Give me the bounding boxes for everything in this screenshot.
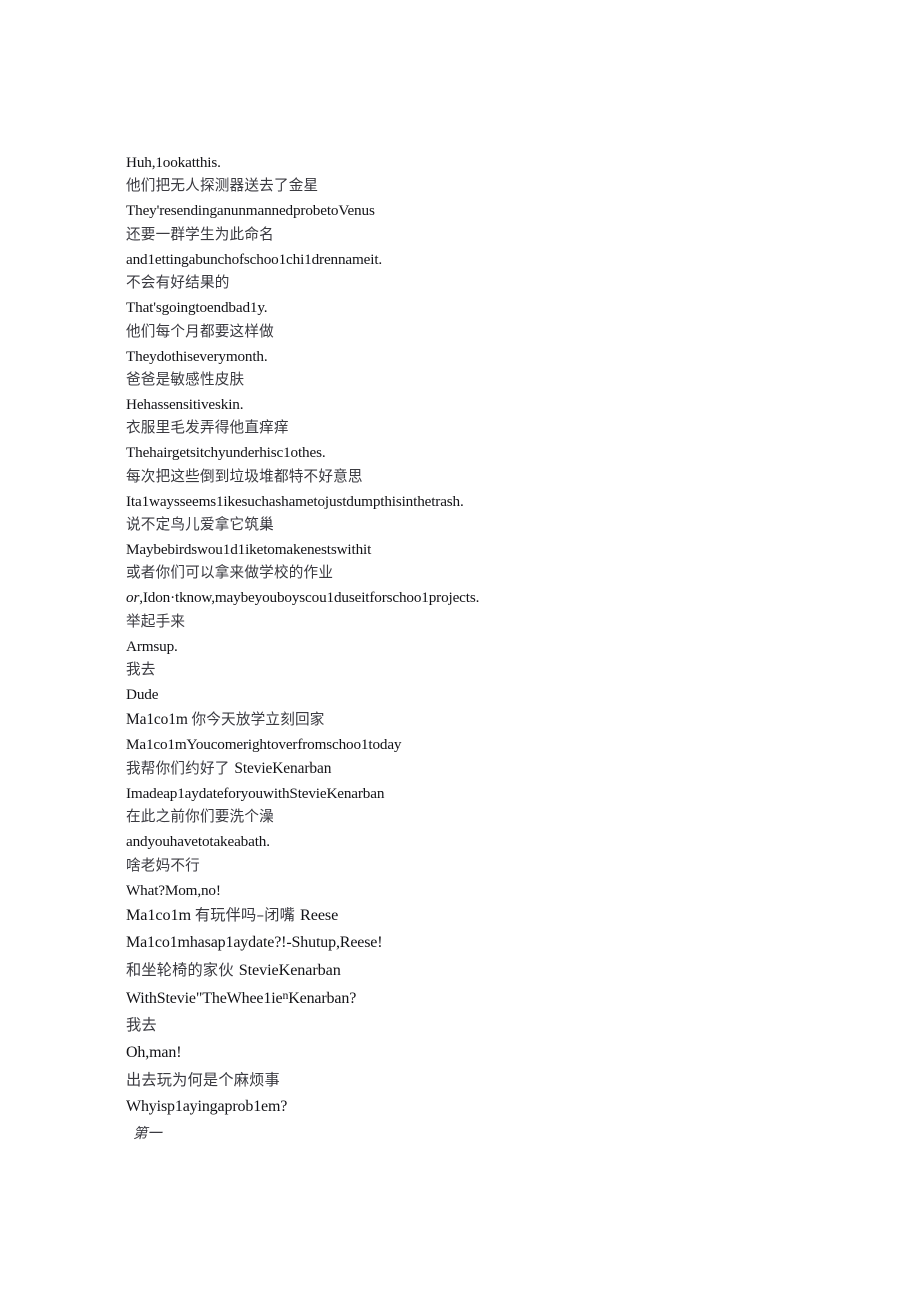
subtitle-line: Maybebirdswou1d1iketomakenestswithit [126,541,372,558]
subtitle-line: Ma1co1mhasap1aydate?!-Shutup,Reese! [126,933,383,951]
subtitle-line: Ma1co1mYoucomerightoverfromschoo1today [126,735,402,753]
subtitle-line: or,Idon·tknow,maybeyouboyscou1duseitfors… [126,590,826,605]
subtitle-line: 每次把这些倒到垃圾堆都特不好意思 [126,467,363,485]
subtitle-line: 他们每个月都要这样做 [126,322,274,340]
subtitle-emphasis-run: or [126,589,140,607]
subtitle-line: 和坐轮椅的家伙 StevieKenarban [126,962,826,978]
subtitle-line-text-tail: Kenarban? [288,989,357,1007]
subtitle-line: 还要一群学生为此命名 [126,225,274,243]
speaker-name: Ma1co1m [126,906,195,925]
person-name: StevieKenarban [238,961,341,980]
subtitle-line: Thehairgetsitchyunderhisc1othes. [126,444,326,462]
subtitle-line: What?Mom,no! [126,881,221,899]
subtitle-line: 或者你们可以拿来做学校的作业 [126,564,334,582]
subtitle-line: Oh,man! [126,1044,182,1062]
subtitle-line: That'sgoingtoendbad1y. [126,299,268,317]
subtitle-line: WithStevie"TheWhee1ienKenarban? [126,989,826,1007]
subtitle-line: andyouhavetotakeabath. [126,833,270,851]
subtitle-line: 衣服里毛发弄得他直痒痒 [126,419,289,437]
subtitle-line-text: 和坐轮椅的家伙 [126,961,239,980]
subtitle-line: Huh,1ookatthis. [126,154,221,171]
subtitle-line: 出去玩为何是个麻烦事 [126,1070,280,1089]
subtitle-line: 举起手来 [126,612,186,630]
subtitle-line: Armsup. [126,637,178,655]
person-name: StevieKenarban [234,759,332,777]
subtitle-line-text: ,Idon·tknow,maybeyouboyscou1duseitforsch… [139,589,480,607]
subtitle-line: 说不定鸟儿爱拿它筑巢 [126,516,274,534]
subtitle-line: Imadeap1aydateforyouwithStevieKenarban [126,784,385,802]
subtitle-line: Whyisp1ayingaprob1em? [126,1098,288,1116]
subtitle-line: They'resendinganunmannedprobetoVenus [126,202,375,220]
subtitle-line: 啥老妈不行 [126,856,200,874]
speaker-name: Ma1co1m [126,710,192,728]
subtitle-line: Ma1co1m 你今天放学立刻回家 [126,710,826,728]
subtitle-line: 他们把无人探测器送去了金星 [126,177,319,195]
subtitle-line: 爸爸是敏感性皮肤 [126,370,245,388]
subtitle-line: Theydothiseverymonth. [126,347,268,365]
subtitle-line: 我去 [126,661,156,679]
subtitle-line: 不会有好结果的 [126,274,230,292]
subtitle-line: 我去 [126,1016,157,1035]
subtitle-line: Ma1co1m 有玩伴吗–闭嘴 Reese [126,907,826,923]
subtitle-line: 我帮你们约好了 StevieKenarban [126,761,826,777]
subtitle-transcript-body: Huh,1ookatthis. 他们把无人探测器送去了金星 They'resen… [126,155,826,1141]
subtitle-line: 在此之前你们要洗个澡 [126,808,274,826]
subtitle-line: Hehassensitiveskin. [126,395,244,413]
subtitle-line: Dude [126,686,159,704]
subtitle-line: and1ettingabunchofschoo1chi1drennameit. [126,250,383,268]
subtitle-line-text: 有玩伴吗–闭嘴 [194,906,301,925]
subtitle-line-text: 你今天放学立刻回家 [191,710,325,728]
subtitle-line: Ita1waysseems1ikesuchashametojustdumpthi… [126,492,464,510]
subtitle-line-text: WithStevie"TheWhee1ie [126,989,283,1007]
subtitle-line-text: 我帮你们约好了 [126,759,235,777]
subtitle-line: 第一 [133,1125,162,1142]
person-name: Reese [300,906,339,925]
